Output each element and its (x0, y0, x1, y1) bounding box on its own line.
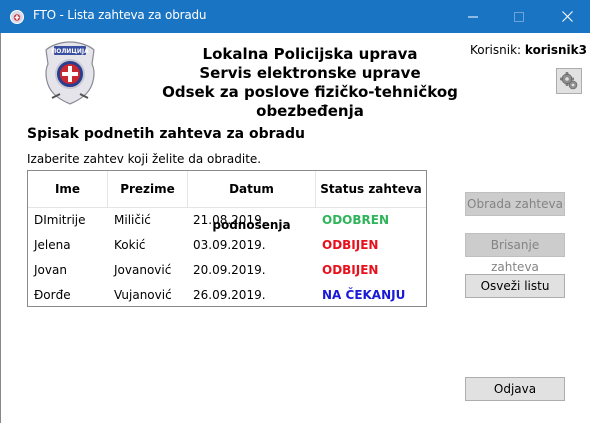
cell-prezime: Kokić (114, 238, 146, 252)
cell-datum: 03.09.2019. (193, 238, 266, 252)
header-text: Lokalna Policijska uprava Servis elektro… (110, 45, 510, 121)
column-header-ime[interactable]: Ime (28, 171, 108, 207)
cell-prezime: Jovanović (114, 263, 172, 277)
table-row[interactable]: Jovan Jovanović 20.09.2019. ODBIJEN (28, 258, 426, 283)
police-logo-icon: ПОЛИЦИЈА (45, 41, 95, 105)
close-button[interactable] (544, 0, 590, 33)
logout-button[interactable]: Odjava (465, 377, 565, 401)
settings-button[interactable] (556, 68, 582, 94)
cell-datum: 26.09.2019. (193, 288, 266, 302)
username: korisnik3 (524, 43, 587, 57)
maximize-icon (514, 11, 524, 22)
column-header-status[interactable]: Status zahteva (316, 171, 426, 207)
close-icon (561, 11, 573, 22)
cell-ime: Jovan (34, 263, 67, 277)
cell-datum: 20.09.2019. (193, 263, 266, 277)
user-info: Korisnik: korisnik3 (470, 43, 587, 57)
window-left-border (0, 33, 1, 423)
window-title: FTO - Lista zahteva za obradu (33, 8, 207, 22)
table-header: Ime Prezime Datum podnošenja Status zaht… (28, 171, 426, 232)
logo-lettering: ПОЛИЦИЈА (51, 48, 89, 55)
refresh-list-button[interactable]: Osveži listu (465, 274, 565, 298)
page-title: Spisak podnetih zahteva za obradu (27, 126, 305, 142)
table-row[interactable]: Jelena Kokić 03.09.2019. ODBIJEN (28, 233, 426, 258)
header-line-2: Servis elektronske uprave (199, 64, 421, 82)
gears-icon (560, 72, 578, 90)
cell-ime: Jelena (34, 238, 71, 252)
police-badge-icon (10, 10, 24, 24)
cell-datum: 21.08.2019. (193, 213, 266, 227)
column-header-prezime[interactable]: Prezime (108, 171, 188, 207)
title-bar: FTO - Lista zahteva za obradu (0, 0, 590, 33)
cell-ime: DImitrije (34, 213, 86, 227)
cell-status: NA ČEKANJU (322, 288, 406, 302)
maximize-button[interactable] (496, 0, 542, 33)
user-prefix: Korisnik: (470, 43, 522, 57)
table-row[interactable]: DImitrije Miličić 21.08.2019. ODOBREN (28, 208, 426, 233)
cell-status: ODOBREN (322, 213, 389, 227)
table-row[interactable]: Đorđe Vujanović 26.09.2019. NA ČEKANJU (28, 283, 426, 308)
cell-ime: Đorđe (34, 288, 71, 302)
header-line-3: Odsek za poslove fizičko-tehničkog obezb… (162, 83, 458, 120)
cell-status: ODBIJEN (322, 238, 379, 252)
minimize-button[interactable] (450, 0, 496, 33)
instruction-text: Izaberite zahtev koji želite da obradite… (27, 152, 262, 166)
delete-request-button[interactable]: Brisanje zahteva (465, 233, 565, 274)
requests-table[interactable]: Ime Prezime Datum podnošenja Status zaht… (27, 170, 427, 307)
cell-status: ODBIJEN (322, 263, 379, 277)
process-request-button[interactable]: Obrada zahteva (465, 192, 565, 216)
minimize-icon (468, 16, 478, 17)
cell-prezime: Vujanović (114, 288, 172, 302)
header-line-1: Lokalna Policijska uprava (202, 45, 418, 63)
cell-prezime: Miličić (114, 213, 151, 227)
column-header-datum[interactable]: Datum podnošenja (188, 171, 316, 232)
